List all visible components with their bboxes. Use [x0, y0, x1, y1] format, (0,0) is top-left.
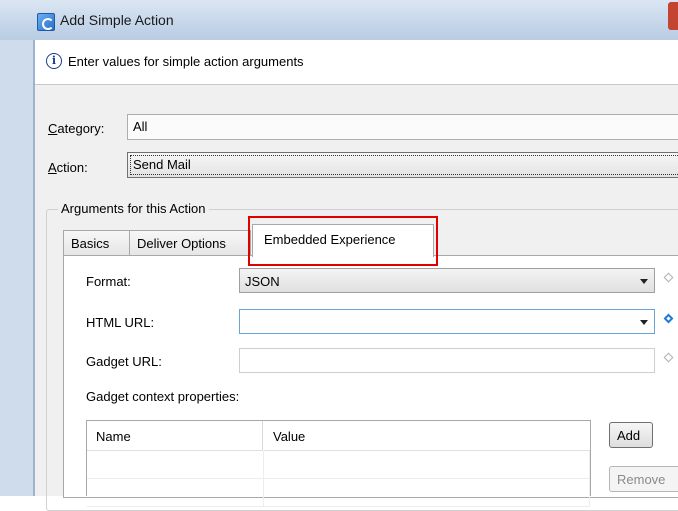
action-select[interactable]: Send Mail [127, 152, 678, 178]
table-cell[interactable] [264, 479, 590, 507]
tab-deliver-options[interactable]: Deliver Options [129, 230, 251, 255]
close-button[interactable] [668, 2, 678, 30]
action-value: Send Mail [133, 157, 191, 172]
context-properties-label: Gadget context properties: [86, 389, 240, 404]
gadget-url-input[interactable] [239, 348, 655, 373]
table-cell[interactable] [87, 479, 264, 507]
gadget-url-label: Gadget URL: [86, 354, 162, 369]
info-message: Enter values for simple action arguments [68, 54, 304, 69]
column-header-value[interactable]: Value [264, 421, 590, 451]
chevron-down-icon [640, 320, 648, 325]
action-label: Action: [48, 160, 88, 175]
window-frame [0, 40, 35, 496]
highlight-box [248, 216, 438, 266]
window-title: Add Simple Action [60, 12, 174, 28]
format-label: Format: [86, 274, 131, 289]
column-header-name[interactable]: Name [87, 421, 263, 451]
html-url-label: HTML URL: [86, 315, 155, 330]
info-icon: i [46, 53, 62, 69]
remove-button[interactable]: Remove [609, 466, 678, 492]
category-select[interactable]: All [127, 114, 678, 140]
category-label: Category: [48, 121, 105, 136]
arguments-group-title: Arguments for this Action [58, 201, 209, 216]
html-url-input[interactable] [239, 309, 655, 334]
tab-basics[interactable]: Basics [63, 230, 130, 255]
add-button[interactable]: Add [609, 422, 653, 448]
format-select[interactable]: JSON [239, 268, 655, 293]
app-icon [37, 13, 55, 31]
format-value: JSON [245, 274, 280, 289]
category-value: All [133, 119, 148, 134]
table-cell[interactable] [87, 451, 264, 479]
chevron-down-icon [640, 279, 648, 284]
title-bar: Add Simple Action [0, 0, 678, 40]
table-cell[interactable] [264, 451, 590, 479]
